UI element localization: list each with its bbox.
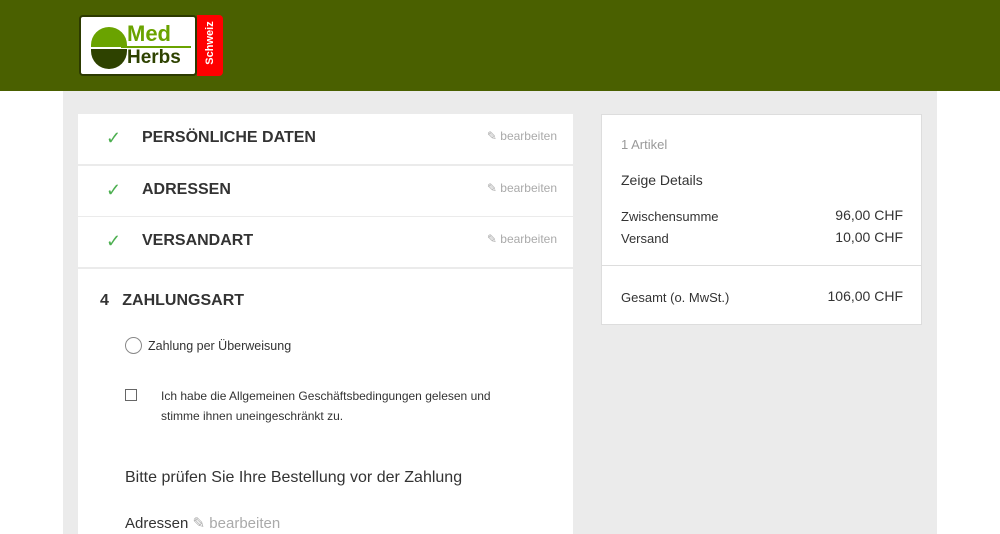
step-title: VERSANDART	[142, 232, 254, 249]
edit-link[interactable]: ✎ bearbeiten	[487, 232, 557, 246]
site-header: Med Herbs Schweiz	[0, 0, 1000, 91]
total-value: 106,00 CHF	[827, 288, 903, 304]
check-icon: ✓	[106, 180, 122, 200]
review-addresses: Adressen ✎ bearbeiten	[125, 515, 281, 532]
logo-med: Med	[127, 21, 171, 46]
logo-herbs: Herbs	[127, 47, 181, 68]
step-shipping[interactable]: ✓ VERSANDART ✎ bearbeiten	[78, 217, 573, 267]
total-label: Gesamt (o. MwSt.)	[621, 290, 730, 305]
subtotal-value: 96,00 CHF	[835, 207, 903, 223]
step-title: 4 ZAHLUNGSART	[100, 292, 245, 309]
pencil-icon: ✎	[192, 515, 206, 532]
medherbs-logo[interactable]: Med Herbs Schweiz	[79, 15, 223, 76]
show-details-link[interactable]: Zeige Details	[621, 172, 703, 188]
subtotal-label: Zwischensumme	[621, 209, 719, 224]
check-icon: ✓	[106, 231, 122, 251]
payment-option-label[interactable]: Zahlung per Überweisung	[148, 339, 291, 353]
order-summary: 1 Artikel Zeige Details Zwischensumme 96…	[601, 114, 922, 325]
terms-label: Ich habe die Allgemeinen Geschäftsbeding…	[161, 389, 491, 423]
edit-link[interactable]: ✎ bearbeiten	[487, 181, 557, 195]
payment-radio-transfer[interactable]	[125, 337, 142, 354]
edit-link[interactable]: ✎ bearbeiten	[487, 129, 557, 143]
step-title: ADRESSEN	[142, 181, 231, 198]
checkout-steps: ✓ PERSÖNLICHE DATEN ✎ bearbeiten ✓ ADRES…	[78, 114, 573, 534]
divider	[602, 265, 921, 266]
shipping-label: Versand	[621, 231, 669, 246]
pencil-icon: ✎	[486, 129, 501, 143]
logo-country: Schweiz	[204, 21, 216, 65]
step-personal-data[interactable]: ✓ PERSÖNLICHE DATEN ✎ bearbeiten	[78, 114, 573, 164]
pencil-icon: ✎	[486, 232, 501, 246]
pencil-icon: ✎	[486, 181, 501, 195]
step-payment: 4 ZAHLUNGSART Zahlung per Überweisung Ic…	[78, 269, 573, 534]
edit-link[interactable]: ✎ bearbeiten	[193, 515, 281, 532]
step-title: PERSÖNLICHE DATEN	[142, 129, 316, 146]
item-count: 1 Artikel	[621, 137, 668, 152]
step-addresses[interactable]: ✓ ADRESSEN ✎ bearbeiten	[78, 166, 573, 216]
check-icon: ✓	[106, 128, 122, 148]
shipping-value: 10,00 CHF	[835, 229, 903, 245]
terms-checkbox[interactable]	[125, 389, 137, 401]
review-heading: Bitte prüfen Sie Ihre Bestellung vor der…	[125, 469, 463, 486]
